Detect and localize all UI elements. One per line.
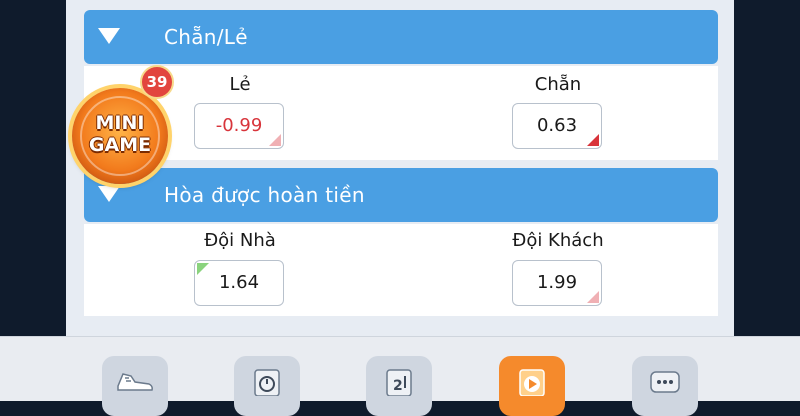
collapse-triangle-icon[interactable]	[98, 28, 120, 44]
sneaker-icon	[117, 373, 153, 391]
nav-tile-scoreboard[interactable]: 2	[366, 356, 432, 416]
section-header-draw-no-bet[interactable]: Hòa được hoàn tiền	[84, 168, 718, 222]
section-title: Hòa được hoàn tiền	[164, 183, 365, 207]
scoreboard-icon: 2	[386, 369, 412, 396]
odds-value: 1.99	[536, 272, 578, 293]
mini-game-label-line2: GAME	[88, 134, 152, 156]
odds-down-indicator-icon	[587, 291, 599, 303]
odds-button-odd[interactable]: -0.99	[194, 103, 284, 149]
chat-bubble-icon	[650, 371, 680, 393]
odds-value: -0.99	[215, 115, 263, 136]
option-label-home: Đội Nhà	[204, 230, 276, 251]
option-label-even: Chẵn	[534, 74, 582, 95]
right-edge	[734, 0, 800, 336]
section-header-even-odd[interactable]: Chẵn/Lẻ	[84, 10, 718, 64]
svg-text:2: 2	[393, 378, 403, 394]
odds-up-indicator-icon	[197, 263, 209, 275]
nav-tile-chat[interactable]	[632, 356, 698, 416]
section-title: Chẵn/Lẻ	[164, 25, 248, 49]
odds-button-away[interactable]: 1.99	[512, 260, 602, 306]
section-body-draw-no-bet: Đội Nhà 1.64 Đội Khách 1.99	[84, 224, 718, 316]
odds-down-indicator-icon	[269, 134, 281, 146]
notification-count-badge: 39	[140, 65, 174, 99]
mini-game-button[interactable]: MINI GAME	[72, 88, 168, 184]
collapse-triangle-icon[interactable]	[98, 186, 120, 202]
option-label-away: Đội Khách	[512, 230, 604, 251]
odds-button-home[interactable]: 1.64	[194, 260, 284, 306]
odds-value: 1.64	[218, 272, 260, 293]
left-edge	[0, 0, 66, 336]
mini-game-label-line1: MINI	[95, 112, 145, 134]
nav-tile-sports[interactable]	[102, 356, 168, 416]
timer-icon	[254, 369, 280, 396]
play-video-icon	[519, 369, 545, 396]
nav-tile-timer[interactable]	[234, 356, 300, 416]
odds-button-even[interactable]: 0.63	[512, 103, 602, 149]
section-body-even-odd: Lẻ -0.99 Chẵn 0.63	[84, 66, 718, 160]
nav-tile-live-video[interactable]	[499, 356, 565, 416]
odds-value: 0.63	[536, 115, 578, 136]
odds-down-indicator-icon	[587, 134, 599, 146]
